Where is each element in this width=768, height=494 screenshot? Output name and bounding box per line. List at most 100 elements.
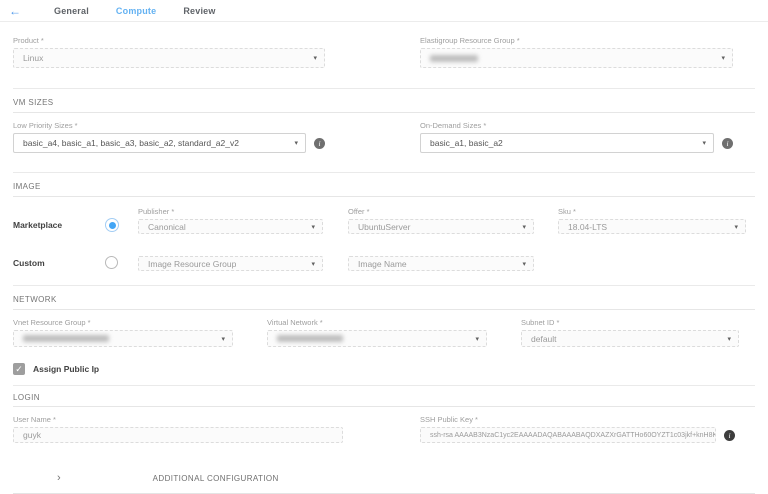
general-row: Product * Linux ▾ Elastigroup Resource G… xyxy=(13,36,755,68)
elastigroup-resource-group-field: Elastigroup Resource Group * ▾ xyxy=(420,36,733,68)
compute-form: Product * Linux ▾ Elastigroup Resource G… xyxy=(0,36,768,494)
image-name-select[interactable]: Image Name ▾ xyxy=(348,256,534,271)
product-value: Linux xyxy=(23,53,43,63)
sku-field: Sku * 18.04-LTS ▾ xyxy=(558,207,746,234)
low-priority-sizes-value: basic_a4, basic_a1, basic_a3, basic_a2, … xyxy=(23,138,239,148)
sku-label: Sku * xyxy=(558,207,746,216)
virtual-network-field: Virtual Network * ▾ xyxy=(267,318,487,347)
custom-label: Custom xyxy=(13,258,105,271)
product-label: Product * xyxy=(13,36,325,45)
network-header: NETWORK xyxy=(13,285,755,310)
publisher-select[interactable]: Canonical ▾ xyxy=(138,219,323,234)
subnet-id-field: Subnet ID * default ▾ xyxy=(521,318,739,347)
offer-field: Offer * UbuntuServer ▾ xyxy=(348,207,534,234)
redacted-value xyxy=(430,55,478,62)
assign-public-ip-label: Assign Public Ip xyxy=(33,364,99,374)
on-demand-sizes-select[interactable]: basic_a1, basic_a2 ▾ xyxy=(420,133,714,153)
ssh-public-key-input[interactable]: ssh-rsa AAAAB3NzaC1yc2EAAAADAQABAAABAQDX… xyxy=(420,427,716,443)
caret-down-icon: ▾ xyxy=(311,223,315,231)
caret-down-icon: ▾ xyxy=(727,335,731,343)
login-row: User Name * guyk SSH Public Key * ssh-rs… xyxy=(13,415,755,443)
tab-compute[interactable]: Compute xyxy=(116,6,156,16)
caret-down-icon: ▾ xyxy=(475,335,479,343)
caret-down-icon: ▾ xyxy=(522,223,526,231)
low-priority-sizes-select[interactable]: basic_a4, basic_a1, basic_a3, basic_a2, … xyxy=(13,133,306,153)
login-section: LOGIN User Name * guyk SSH Public Key * … xyxy=(13,385,755,443)
sku-select[interactable]: 18.04-LTS ▾ xyxy=(558,219,746,234)
image-name-field: Image Name ▾ xyxy=(348,256,534,271)
marketplace-label: Marketplace xyxy=(13,220,105,234)
image-section: IMAGE Marketplace Publisher * Canonical … xyxy=(13,172,755,271)
additional-configuration-label: ADDITIONAL CONFIGURATION xyxy=(153,474,279,483)
virtual-network-label: Virtual Network * xyxy=(267,318,487,327)
on-demand-sizes-field: On-Demand Sizes * basic_a1, basic_a2 ▾ i xyxy=(420,121,733,153)
network-title: NETWORK xyxy=(13,295,755,310)
offer-value: UbuntuServer xyxy=(358,222,410,232)
ssh-public-key-label: SSH Public Key * xyxy=(420,415,735,424)
caret-down-icon: ▾ xyxy=(522,260,526,268)
product-select[interactable]: Linux ▾ xyxy=(13,48,325,68)
ssh-public-key-field: SSH Public Key * ssh-rsa AAAAB3NzaC1yc2E… xyxy=(420,415,735,443)
caret-down-icon: ▾ xyxy=(721,54,725,62)
custom-radio[interactable] xyxy=(105,256,118,269)
additional-configuration-toggle[interactable]: › ADDITIONAL CONFIGURATION xyxy=(13,470,755,494)
elastigroup-resource-group-label: Elastigroup Resource Group * xyxy=(420,36,733,45)
assign-public-ip-row: ✓ Assign Public Ip xyxy=(13,363,755,375)
sku-value: 18.04-LTS xyxy=(568,222,607,232)
image-header: IMAGE xyxy=(13,172,755,197)
virtual-network-select[interactable]: ▾ xyxy=(267,330,487,347)
image-resource-group-select[interactable]: Image Resource Group ▾ xyxy=(138,256,323,271)
login-title: LOGIN xyxy=(13,393,755,407)
chevron-right-icon: › xyxy=(57,473,61,484)
ssh-public-key-value: ssh-rsa AAAAB3NzaC1yc2EAAAADAQABAAABAQDX… xyxy=(430,432,716,439)
tab-general[interactable]: General xyxy=(54,6,89,16)
redacted-value xyxy=(277,335,343,342)
info-icon[interactable]: i xyxy=(314,138,325,149)
subnet-id-select[interactable]: default ▾ xyxy=(521,330,739,347)
user-name-label: User Name * xyxy=(13,415,343,424)
redacted-value xyxy=(23,335,109,342)
user-name-value: guyk xyxy=(23,430,41,440)
vnet-resource-group-field: Vnet Resource Group * ▾ xyxy=(13,318,233,347)
marketplace-radio[interactable] xyxy=(105,218,119,232)
caret-down-icon: ▾ xyxy=(221,335,225,343)
offer-select[interactable]: UbuntuServer ▾ xyxy=(348,219,534,234)
network-section: NETWORK Vnet Resource Group * ▾ Virtual … xyxy=(13,285,755,375)
info-icon[interactable]: i xyxy=(722,138,733,149)
vnet-resource-group-label: Vnet Resource Group * xyxy=(13,318,233,327)
caret-down-icon: ▾ xyxy=(734,223,738,231)
image-name-placeholder: Image Name xyxy=(358,259,407,269)
vm-sizes-section: VM SIZES Low Priority Sizes * basic_a4, … xyxy=(13,88,755,153)
subnet-id-label: Subnet ID * xyxy=(521,318,739,327)
low-priority-sizes-label: Low Priority Sizes * xyxy=(13,121,325,130)
network-row: Vnet Resource Group * ▾ Virtual Network … xyxy=(13,318,755,347)
publisher-value: Canonical xyxy=(148,222,186,232)
offer-label: Offer * xyxy=(348,207,534,216)
info-icon[interactable]: i xyxy=(724,430,735,441)
custom-row: Custom Image Resource Group ▾ Image Name… xyxy=(13,256,755,271)
back-arrow-icon[interactable]: ← xyxy=(9,5,27,17)
caret-down-icon: ▾ xyxy=(311,260,315,268)
product-field: Product * Linux ▾ xyxy=(13,36,325,68)
caret-down-icon: ▾ xyxy=(294,139,298,147)
assign-public-ip-checkbox[interactable]: ✓ xyxy=(13,363,25,375)
image-resource-group-placeholder: Image Resource Group xyxy=(148,259,236,269)
subnet-id-value: default xyxy=(531,334,557,344)
image-resource-group-field: Image Resource Group ▾ xyxy=(138,256,323,271)
publisher-label: Publisher * xyxy=(138,207,323,216)
low-priority-sizes-field: Low Priority Sizes * basic_a4, basic_a1,… xyxy=(13,121,325,153)
tab-review[interactable]: Review xyxy=(183,6,215,16)
vm-sizes-header: VM SIZES xyxy=(13,88,755,113)
user-name-field: User Name * guyk xyxy=(13,415,343,443)
on-demand-sizes-value: basic_a1, basic_a2 xyxy=(430,138,503,148)
wizard-tab-bar: ← General Compute Review xyxy=(0,0,768,22)
on-demand-sizes-label: On-Demand Sizes * xyxy=(420,121,733,130)
login-header: LOGIN xyxy=(13,385,755,407)
user-name-input[interactable]: guyk xyxy=(13,427,343,443)
vm-sizes-row: Low Priority Sizes * basic_a4, basic_a1,… xyxy=(13,121,755,153)
custom-radio-cell xyxy=(105,256,138,271)
caret-down-icon: ▾ xyxy=(313,54,317,62)
vnet-resource-group-select[interactable]: ▾ xyxy=(13,330,233,347)
marketplace-radio-cell xyxy=(105,218,138,234)
elastigroup-resource-group-select[interactable]: ▾ xyxy=(420,48,733,68)
